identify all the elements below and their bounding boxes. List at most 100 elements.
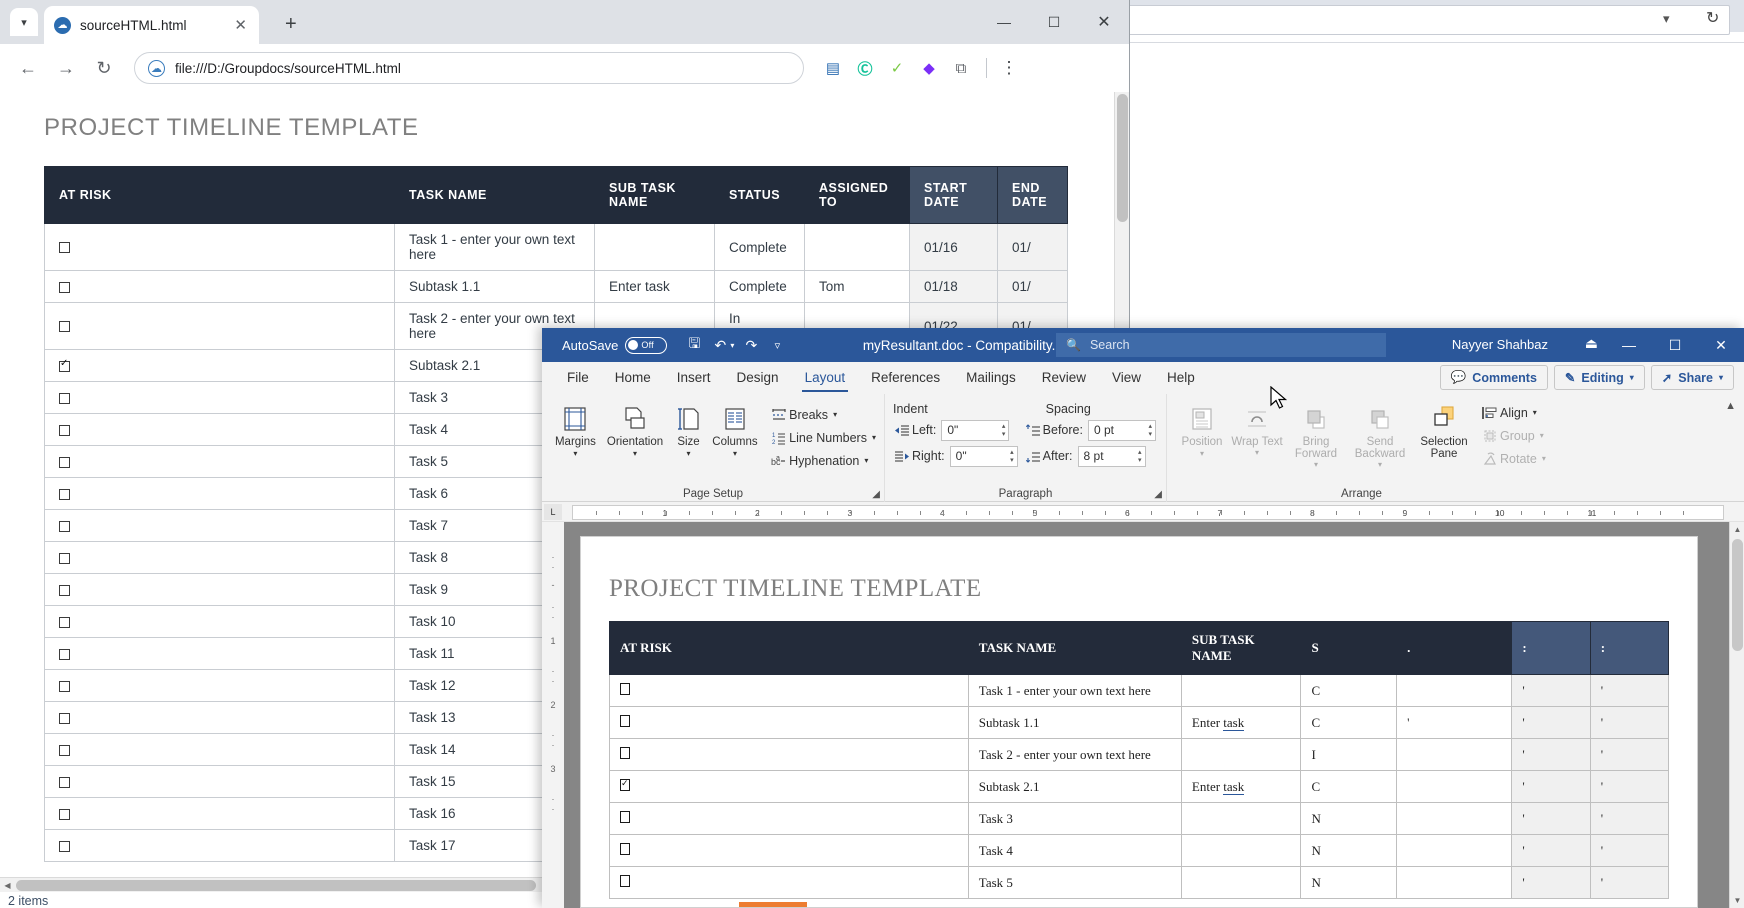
dialog-launcher-icon[interactable]: ◢ — [1154, 489, 1162, 500]
at-risk-checkbox-cell[interactable] — [44, 223, 395, 271]
word-at-risk-checkbox-cell[interactable] — [609, 834, 969, 867]
checkbox-icon[interactable] — [620, 842, 630, 855]
editing-button[interactable]: ✎ Editing ▾ — [1553, 365, 1645, 390]
scroll-up-arrow-icon[interactable]: ▲ — [1730, 522, 1744, 537]
at-risk-checkbox-cell[interactable] — [44, 302, 395, 350]
checkbox-icon[interactable] — [59, 840, 70, 852]
spinner-icon[interactable]: ▴ ▾ — [1148, 421, 1152, 442]
tab-stop-selector[interactable]: L — [544, 504, 562, 520]
chevron-down-icon[interactable]: ▾ — [1663, 11, 1670, 27]
checkbox-icon[interactable] — [59, 744, 70, 756]
at-risk-checkbox-cell[interactable] — [44, 477, 395, 510]
checkbox-icon[interactable] — [59, 552, 70, 564]
selection-pane-button[interactable]: Selection Pane — [1413, 399, 1475, 460]
background-window-address-bar[interactable] — [1120, 5, 1730, 35]
word-vertical-scroll-thumb[interactable] — [1732, 539, 1743, 651]
tab-review[interactable]: Review — [1029, 362, 1099, 394]
maximize-button[interactable]: ☐ — [1029, 0, 1079, 44]
bring-forward-button[interactable]: Bring Forward ▾ — [1285, 399, 1347, 470]
checkbox-icon[interactable] — [59, 776, 70, 788]
checkbox-icon[interactable] — [59, 520, 70, 532]
extensions-puzzle-icon[interactable]: ⧉ — [946, 53, 976, 83]
word-vertical-scrollbar[interactable]: ▲ ▼ — [1729, 522, 1744, 908]
tab-help[interactable]: Help — [1154, 362, 1208, 394]
undo-dropdown-icon[interactable]: ▾ — [730, 341, 734, 350]
word-document-title[interactable]: myResultant.doc - Compatibility... ▾ — [863, 338, 1083, 353]
at-risk-checkbox-cell[interactable] — [44, 349, 395, 382]
address-bar[interactable]: ☁ file:///D:/Groupdocs/sourceHTML.html — [134, 52, 804, 84]
spellcheck-icon[interactable]: ✓ — [882, 53, 912, 83]
reload-icon[interactable]: ↻ — [1706, 8, 1719, 28]
spacing-before-input[interactable]: 0 pt ▴ ▾ — [1087, 419, 1156, 442]
browser-tab[interactable]: ☁ sourceHTML.html ✕ — [44, 6, 259, 44]
size-button[interactable]: Size ▾ — [669, 399, 708, 459]
breaks-button[interactable]: Breaks ▾ — [768, 403, 876, 426]
hyperlink-text[interactable]: task — [1223, 778, 1245, 795]
spacing-after-input[interactable]: 8 pt ▴ ▾ — [1077, 445, 1146, 468]
checkbox-icon[interactable] — [620, 714, 630, 727]
reading-list-icon[interactable]: ▤ — [818, 53, 848, 83]
line-numbers-button[interactable]: 12 Line Numbers ▾ — [768, 426, 876, 449]
word-search-box[interactable]: 🔍 Search — [1056, 333, 1386, 357]
close-icon[interactable]: ✕ — [232, 16, 249, 34]
word-page[interactable]: PROJECT TIMELINE TEMPLATE AT RISK TASK N… — [580, 536, 1698, 908]
checkbox-icon[interactable] — [59, 680, 70, 692]
tab-design[interactable]: Design — [724, 362, 792, 394]
checkbox-icon[interactable] — [59, 281, 70, 293]
spinner-icon[interactable]: ▴ ▾ — [1138, 447, 1142, 468]
vertical-scroll-thumb[interactable] — [1117, 94, 1128, 222]
margins-button[interactable]: Margins ▾ — [550, 399, 601, 459]
word-at-risk-checkbox-cell[interactable] — [609, 674, 969, 707]
checkbox-icon[interactable] — [59, 424, 70, 436]
tab-insert[interactable]: Insert — [664, 362, 724, 394]
autosave-toggle[interactable]: Off — [625, 336, 668, 354]
rotate-button[interactable]: Rotate ▾ — [1479, 447, 1546, 470]
scroll-down-arrow-icon[interactable]: ▼ — [1730, 893, 1744, 908]
tab-home[interactable]: Home — [602, 362, 664, 394]
at-risk-checkbox-cell[interactable] — [44, 733, 395, 766]
dialog-launcher-icon[interactable]: ◢ — [872, 489, 880, 500]
tab-mailings[interactable]: Mailings — [953, 362, 1029, 394]
word-at-risk-checkbox-cell[interactable] — [609, 770, 969, 803]
checkbox-icon[interactable] — [620, 810, 630, 823]
word-at-risk-checkbox-cell[interactable] — [609, 738, 969, 771]
purple-diamond-extension-icon[interactable]: ◆ — [914, 53, 944, 83]
at-risk-checkbox-cell[interactable] — [44, 701, 395, 734]
at-risk-checkbox-cell[interactable] — [44, 765, 395, 798]
checkbox-icon[interactable] — [620, 777, 630, 791]
redo-icon[interactable]: ↷ — [738, 332, 764, 358]
tab-list-chevron-icon[interactable]: ▾ — [10, 8, 38, 36]
close-button[interactable]: ✕ — [1079, 0, 1129, 44]
checkbox-icon[interactable] — [620, 682, 630, 695]
tab-layout[interactable]: Layout — [792, 362, 859, 394]
word-project-timeline-table[interactable]: AT RISK TASK NAME SUB TASK NAME S . : : … — [609, 621, 1670, 899]
word-at-risk-checkbox-cell[interactable] — [609, 706, 969, 739]
spinner-icon[interactable]: ▴ ▾ — [1002, 421, 1006, 442]
checkbox-icon[interactable] — [59, 712, 70, 724]
tab-file[interactable]: File — [554, 362, 602, 394]
checkbox-icon[interactable] — [620, 874, 630, 887]
minimize-button[interactable]: — — [979, 0, 1029, 44]
at-risk-checkbox-cell[interactable] — [44, 637, 395, 670]
checkbox-icon[interactable] — [59, 648, 70, 660]
checkbox-icon[interactable] — [59, 616, 70, 628]
spinner-icon[interactable]: ▴ ▾ — [1010, 447, 1014, 468]
checkbox-icon[interactable] — [59, 488, 70, 500]
reload-icon[interactable]: ↻ — [88, 52, 120, 84]
checkbox-icon[interactable] — [59, 392, 70, 404]
align-button[interactable]: Align ▾ — [1479, 401, 1546, 424]
send-backward-button[interactable]: Send Backward ▾ — [1347, 399, 1413, 470]
horizontal-scroll-thumb[interactable] — [16, 880, 536, 891]
three-dots-menu-icon[interactable]: ⋮ — [995, 58, 1023, 78]
ribbon-display-options-icon[interactable]: ⏏ — [1585, 335, 1598, 352]
columns-button[interactable]: Columns ▾ — [708, 399, 762, 459]
hyperlink-text[interactable]: task — [1223, 714, 1245, 731]
word-close-button[interactable]: ✕ — [1698, 328, 1744, 362]
at-risk-checkbox-cell[interactable] — [44, 413, 395, 446]
at-risk-checkbox-cell[interactable] — [44, 829, 395, 862]
at-risk-checkbox-cell[interactable] — [44, 797, 395, 830]
word-at-risk-checkbox-cell[interactable] — [609, 802, 969, 835]
comments-button[interactable]: 💬 Comments — [1439, 365, 1548, 390]
word-ruler[interactable]: L 1234567891011 — [542, 502, 1744, 522]
checkbox-icon[interactable] — [59, 358, 70, 372]
